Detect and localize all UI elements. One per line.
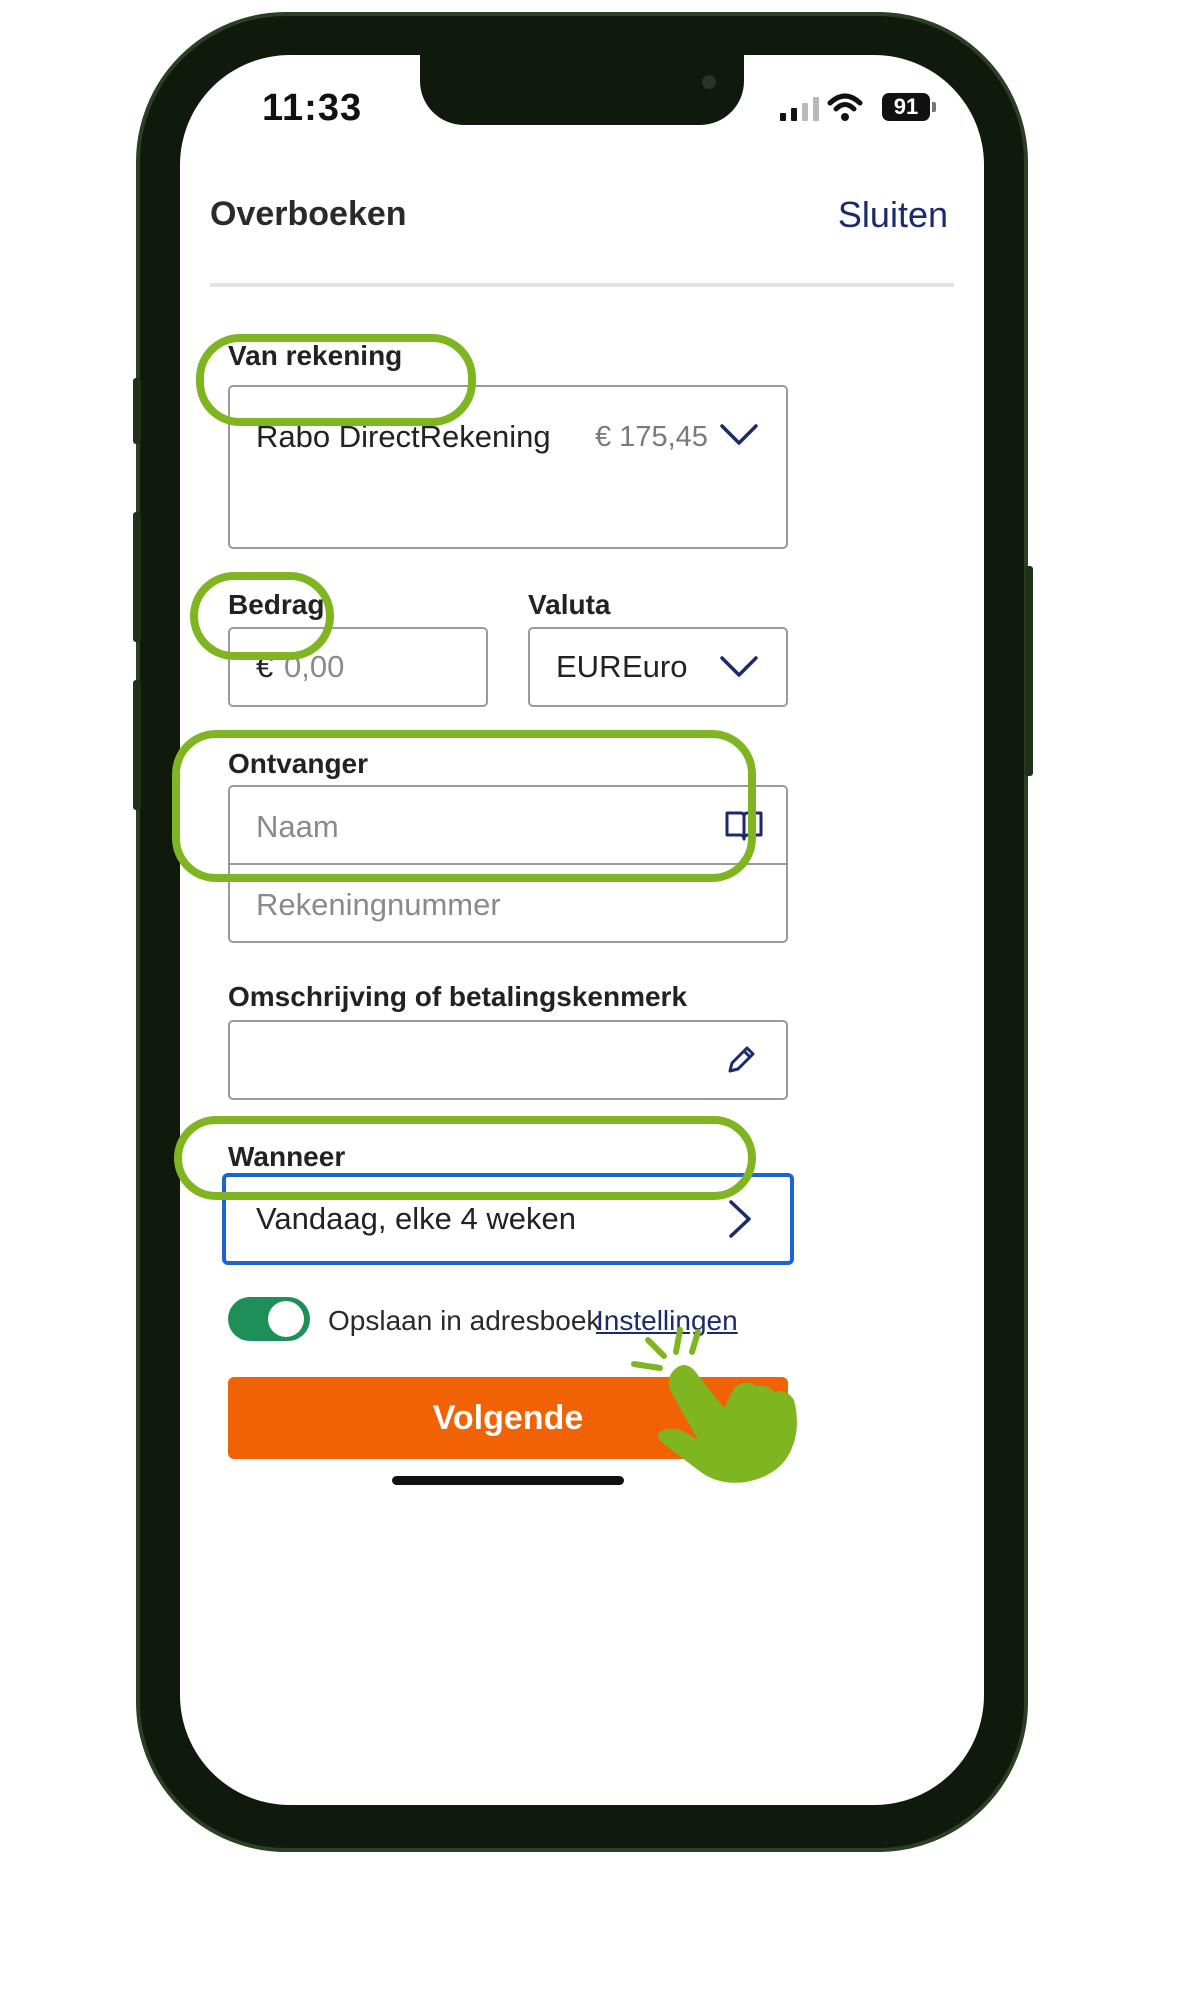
page-title: Overboeken	[210, 195, 407, 233]
close-button[interactable]: Sluiten	[838, 194, 948, 236]
recipient-name-placeholder: Naam	[256, 809, 339, 844]
toggle-knob	[268, 1301, 304, 1337]
amount-currency-symbol: €	[256, 649, 274, 684]
recipient-label: Ontvanger	[228, 748, 369, 779]
power-button	[1025, 566, 1033, 776]
description-input[interactable]	[228, 1020, 788, 1100]
battery-cap	[932, 102, 936, 112]
tap-hand-icon	[631, 1327, 797, 1483]
battery-icon: 91	[882, 93, 930, 121]
pencil-icon	[728, 1046, 755, 1073]
amount-placeholder: 0,00	[284, 649, 345, 684]
when-value: Vandaag, elke 4 weken	[256, 1201, 576, 1236]
front-camera	[702, 75, 716, 89]
recipient-account-placeholder: Rekeningnummer	[256, 887, 501, 922]
header-divider	[210, 283, 954, 287]
home-indicator	[392, 1476, 624, 1485]
currency-code: EUR	[556, 649, 622, 684]
wifi-icon	[827, 93, 863, 121]
notch	[420, 55, 744, 125]
description-label: Omschrijving of betalingskenmerk	[228, 981, 688, 1012]
chevron-down-icon[interactable]	[720, 655, 758, 679]
amount-label: Bedrag	[228, 589, 325, 620]
currency-name: Euro	[622, 649, 688, 684]
chevron-right-icon	[729, 1200, 751, 1238]
from-account-balance: € 175,45	[595, 421, 708, 453]
save-address-label: Opslaan in adresboek	[328, 1305, 601, 1336]
from-account-label: Van rekening	[228, 340, 403, 371]
silent-switch	[133, 378, 141, 444]
currency-label: Valuta	[528, 589, 611, 620]
chevron-down-icon[interactable]	[720, 423, 758, 447]
when-label: Wanneer	[228, 1141, 346, 1172]
signal-icon	[780, 97, 819, 121]
from-account-select[interactable]	[228, 385, 788, 549]
phone-screen: 11:33 91 Overboeken Sluiten Van rekening…	[180, 55, 984, 1805]
address-book-icon[interactable]	[724, 809, 764, 843]
volume-down-button	[133, 680, 141, 810]
status-time: 11:33	[262, 87, 363, 129]
volume-up-button	[133, 512, 141, 642]
from-account-name: Rabo DirectRekening	[256, 419, 551, 454]
